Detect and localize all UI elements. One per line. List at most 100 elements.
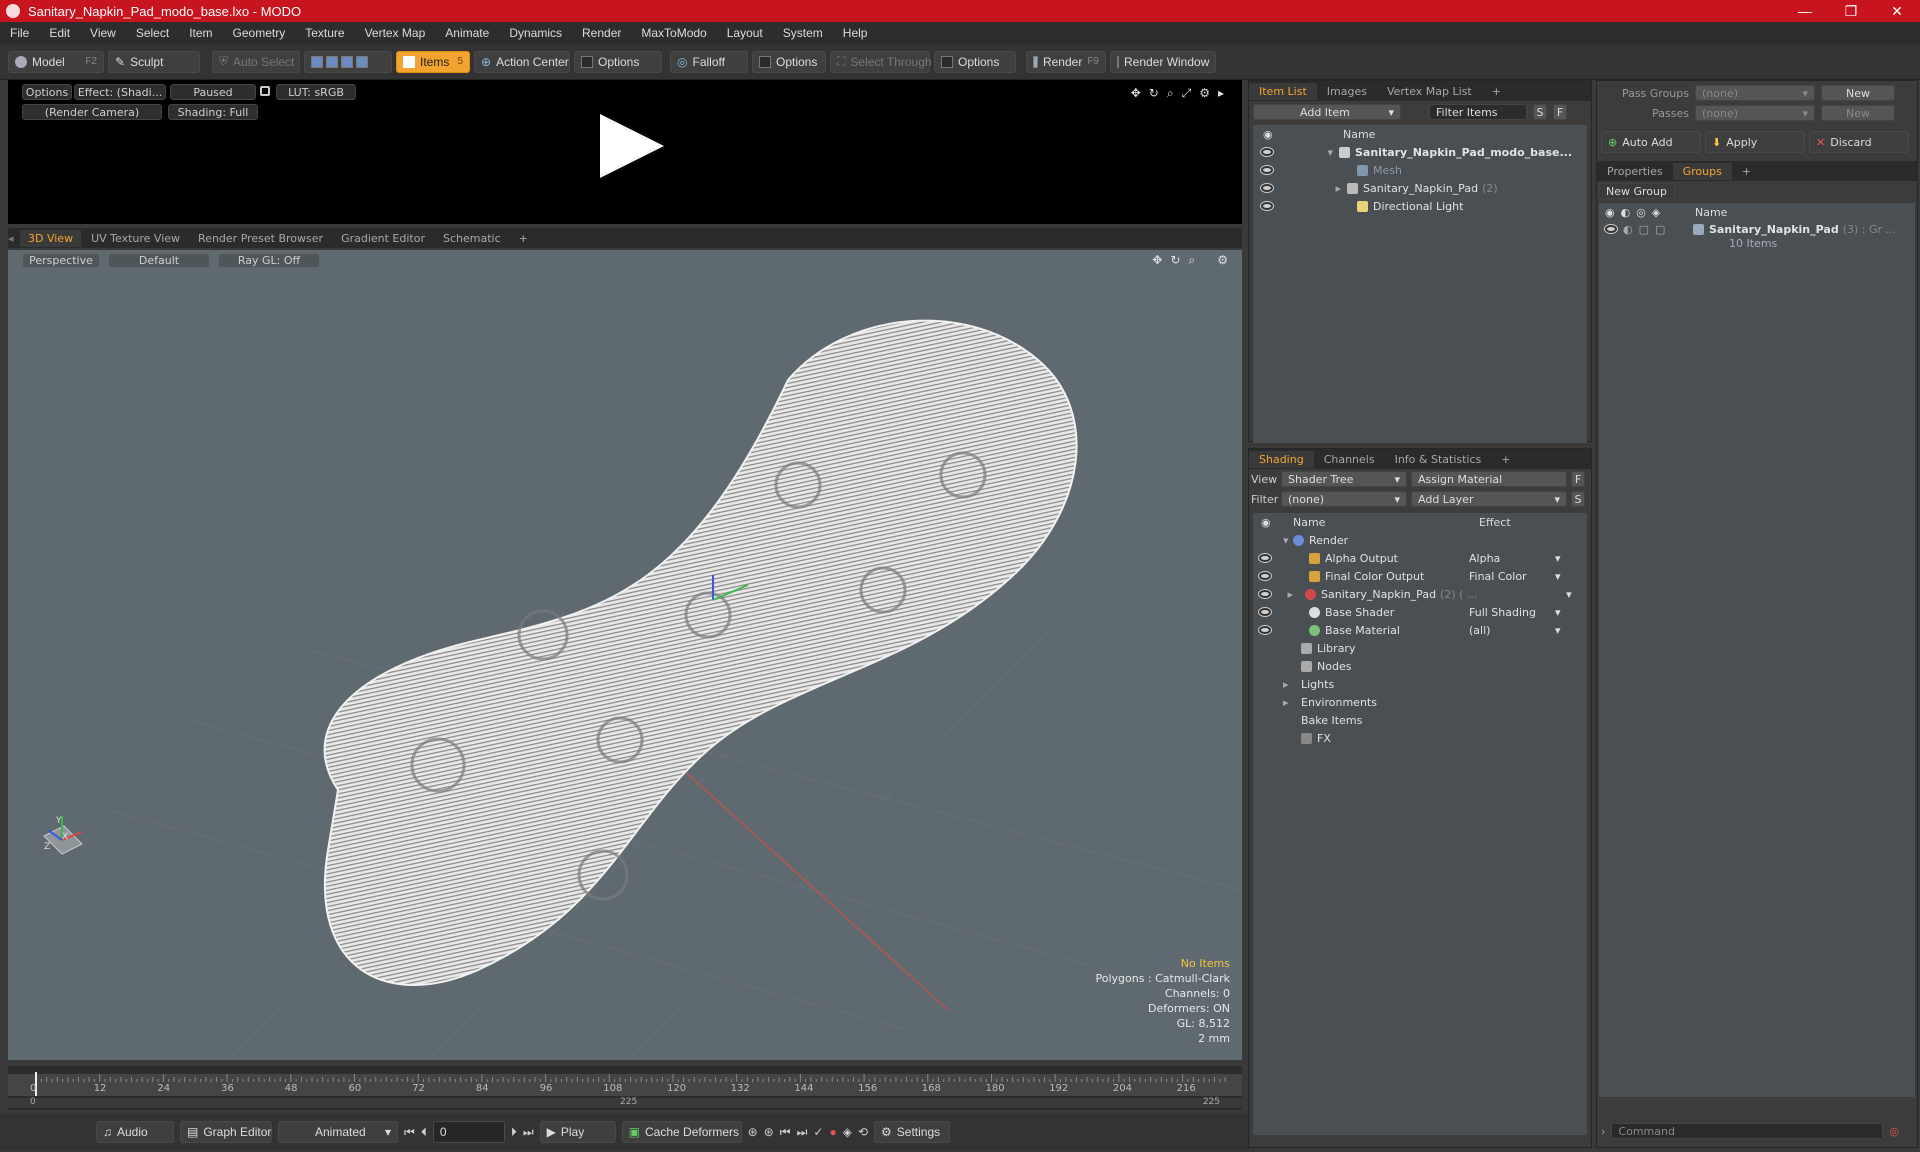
- tab-schematic[interactable]: Schematic: [435, 230, 509, 247]
- chevron-down-icon[interactable]: ▾: [1555, 570, 1561, 583]
- passes-dropdown[interactable]: (none) ▾: [1695, 105, 1815, 121]
- auto-add-button[interactable]: ⊕ Auto Add: [1601, 131, 1701, 153]
- filter-f-button[interactable]: F: [1553, 104, 1567, 120]
- eye-icon[interactable]: [1261, 202, 1273, 210]
- orbit-icon[interactable]: ↻: [1170, 253, 1180, 268]
- menu-geometry[interactable]: Geometry: [223, 26, 296, 40]
- perspective-dropdown[interactable]: Perspective: [22, 252, 100, 268]
- item-row-napkin-group[interactable]: ▸ Sanitary_Napkin_Pad (2): [1253, 179, 1587, 197]
- filter-dropdown[interactable]: (none) ▾: [1281, 491, 1407, 507]
- lut-dropdown[interactable]: LUT: sRGB: [276, 84, 356, 100]
- render-camera-dropdown[interactable]: (Render Camera): [22, 104, 162, 120]
- chevron-down-icon[interactable]: ▾: [1566, 588, 1572, 601]
- new-group-button[interactable]: New Group: [1599, 183, 1675, 199]
- add-tab-button[interactable]: +: [1491, 451, 1520, 468]
- tab-3d-view[interactable]: 3D View: [20, 229, 82, 247]
- add-layer-dropdown[interactable]: Add Layer ▾: [1411, 491, 1567, 507]
- eye-icon[interactable]: [1259, 626, 1271, 634]
- audio-button[interactable]: ♫ Audio: [96, 1121, 174, 1143]
- select-through-button[interactable]: ⛶ Select Through: [830, 50, 932, 73]
- sanitary-napkin-mesh[interactable]: [323, 319, 1078, 986]
- menu-file[interactable]: File: [0, 26, 39, 40]
- group-toggle-icons[interactable]: ◐▢▢: [1617, 223, 1693, 236]
- command-history-icon[interactable]: ◎: [1889, 1125, 1899, 1138]
- key-all-icon[interactable]: ⊛: [764, 1125, 774, 1139]
- new-pass-group-button[interactable]: New: [1821, 85, 1895, 101]
- falloff-button[interactable]: ◎ Falloff: [670, 50, 748, 73]
- filter-s-button[interactable]: S: [1533, 104, 1547, 120]
- tab-gradient-editor[interactable]: Gradient Editor: [333, 230, 433, 247]
- tab-vertex-map-list[interactable]: Vertex Map List: [1377, 83, 1482, 100]
- shader-row-render[interactable]: ▾ Render: [1253, 531, 1587, 549]
- group-row-napkin[interactable]: ◐▢▢ Sanitary_Napkin_Pad (3) : Gr ...: [1599, 221, 1915, 237]
- add-tab-button[interactable]: +: [1482, 83, 1511, 100]
- add-tab-button[interactable]: +: [1732, 163, 1761, 180]
- items-mode-button[interactable]: Items 5: [396, 50, 470, 73]
- play-button[interactable]: ▶ Play: [539, 1121, 616, 1143]
- chevron-down-icon[interactable]: ▾: [1555, 552, 1561, 565]
- menu-system[interactable]: System: [773, 26, 833, 40]
- eye-icon[interactable]: [1259, 608, 1271, 616]
- tab-groups[interactable]: Groups: [1672, 162, 1732, 180]
- cache-deformers-button[interactable]: ▣ Cache Deformers: [621, 1121, 742, 1143]
- item-row-scene[interactable]: ▾ Sanitary_Napkin_Pad_modo_base...: [1253, 143, 1587, 161]
- tab-uv-texture-view[interactable]: UV Texture View: [83, 230, 188, 247]
- eye-icon[interactable]: [1261, 184, 1273, 192]
- skip-start-icon[interactable]: ⏮: [404, 1125, 415, 1140]
- shading-s-button[interactable]: S: [1571, 491, 1585, 507]
- action-center-button[interactable]: ⊕ Action Center: [474, 50, 570, 73]
- shader-row-bake-items[interactable]: Bake Items: [1253, 711, 1587, 729]
- lock-icon[interactable]: [260, 86, 270, 96]
- model-mode-button[interactable]: Model F2: [8, 50, 104, 73]
- move-icon[interactable]: ✥: [1131, 86, 1141, 101]
- eye-icon[interactable]: [1261, 148, 1273, 156]
- settings-button[interactable]: ⚙ Settings: [874, 1121, 951, 1143]
- tab-properties[interactable]: Properties: [1597, 163, 1673, 180]
- chevron-down-icon[interactable]: ▾: [1555, 606, 1561, 619]
- new-pass-button[interactable]: New: [1821, 105, 1895, 121]
- pass-groups-dropdown[interactable]: (none) ▾: [1695, 85, 1815, 101]
- menu-vertex-map[interactable]: Vertex Map: [355, 26, 436, 40]
- menu-help[interactable]: Help: [833, 26, 878, 40]
- menu-texture[interactable]: Texture: [295, 26, 354, 40]
- shader-row-base-material[interactable]: Base Material (all) ▾: [1253, 621, 1587, 639]
- expand-icon[interactable]: ▸: [1271, 588, 1297, 601]
- chevron-down-icon[interactable]: ▾: [1555, 624, 1561, 637]
- tab-shading[interactable]: Shading: [1249, 450, 1314, 468]
- gear-icon[interactable]: ⚙: [1199, 86, 1210, 101]
- zoom-icon[interactable]: ⌕: [1189, 253, 1196, 268]
- render-shading-dropdown[interactable]: Shading: Full: [168, 104, 258, 120]
- next-key-icon[interactable]: ⏭: [797, 1125, 808, 1140]
- rotate-icon[interactable]: ↻: [1149, 86, 1159, 101]
- apply-button[interactable]: ⬇ Apply: [1705, 131, 1805, 153]
- expand-icon[interactable]: ▸: [1283, 678, 1301, 691]
- discard-button[interactable]: ✕ Discard: [1809, 131, 1909, 153]
- select-through-options-button[interactable]: Options: [934, 50, 1016, 73]
- shader-row-napkin-material[interactable]: ▸ Sanitary_Napkin_Pad (2) ( ... ▾: [1253, 585, 1587, 603]
- item-row-directional-light[interactable]: Directional Light: [1253, 197, 1587, 215]
- raygl-dropdown[interactable]: Ray GL: Off: [218, 252, 320, 268]
- style-default-dropdown[interactable]: Default: [108, 252, 210, 268]
- shader-row-lights[interactable]: ▸ Lights: [1253, 675, 1587, 693]
- menu-view[interactable]: View: [80, 26, 126, 40]
- eye-icon[interactable]: [1259, 590, 1271, 598]
- tab-render-preset-browser[interactable]: Render Preset Browser: [190, 230, 331, 247]
- assign-material-button[interactable]: Assign Material: [1411, 471, 1567, 487]
- loop-icon[interactable]: ⟲: [858, 1125, 868, 1139]
- step-forward-icon[interactable]: ⏵: [511, 1125, 517, 1140]
- eye-icon[interactable]: [1259, 554, 1271, 562]
- view-dropdown[interactable]: Shader Tree ▾: [1281, 471, 1407, 487]
- shader-row-base-shader[interactable]: Base Shader Full Shading ▾: [1253, 603, 1587, 621]
- minimize-button[interactable]: —: [1782, 3, 1828, 20]
- falloff-options-button[interactable]: Options: [752, 50, 826, 73]
- play-icon[interactable]: [600, 114, 664, 178]
- tab-info-statistics[interactable]: Info & Statistics: [1385, 451, 1492, 468]
- menu-animate[interactable]: Animate: [435, 26, 499, 40]
- 3d-viewport[interactable]: Perspective Default Ray GL: Off ✥ ↻ ⌕ ⚙ …: [8, 250, 1242, 1060]
- arrow-right-icon[interactable]: ▸: [1218, 86, 1224, 101]
- shader-row-fx[interactable]: FX: [1253, 729, 1587, 747]
- shading-f-button[interactable]: F: [1571, 471, 1585, 487]
- frame-input[interactable]: 0: [432, 1121, 505, 1143]
- menu-maxtomodo[interactable]: MaxToModo: [631, 26, 716, 40]
- shader-row-library[interactable]: Library: [1253, 639, 1587, 657]
